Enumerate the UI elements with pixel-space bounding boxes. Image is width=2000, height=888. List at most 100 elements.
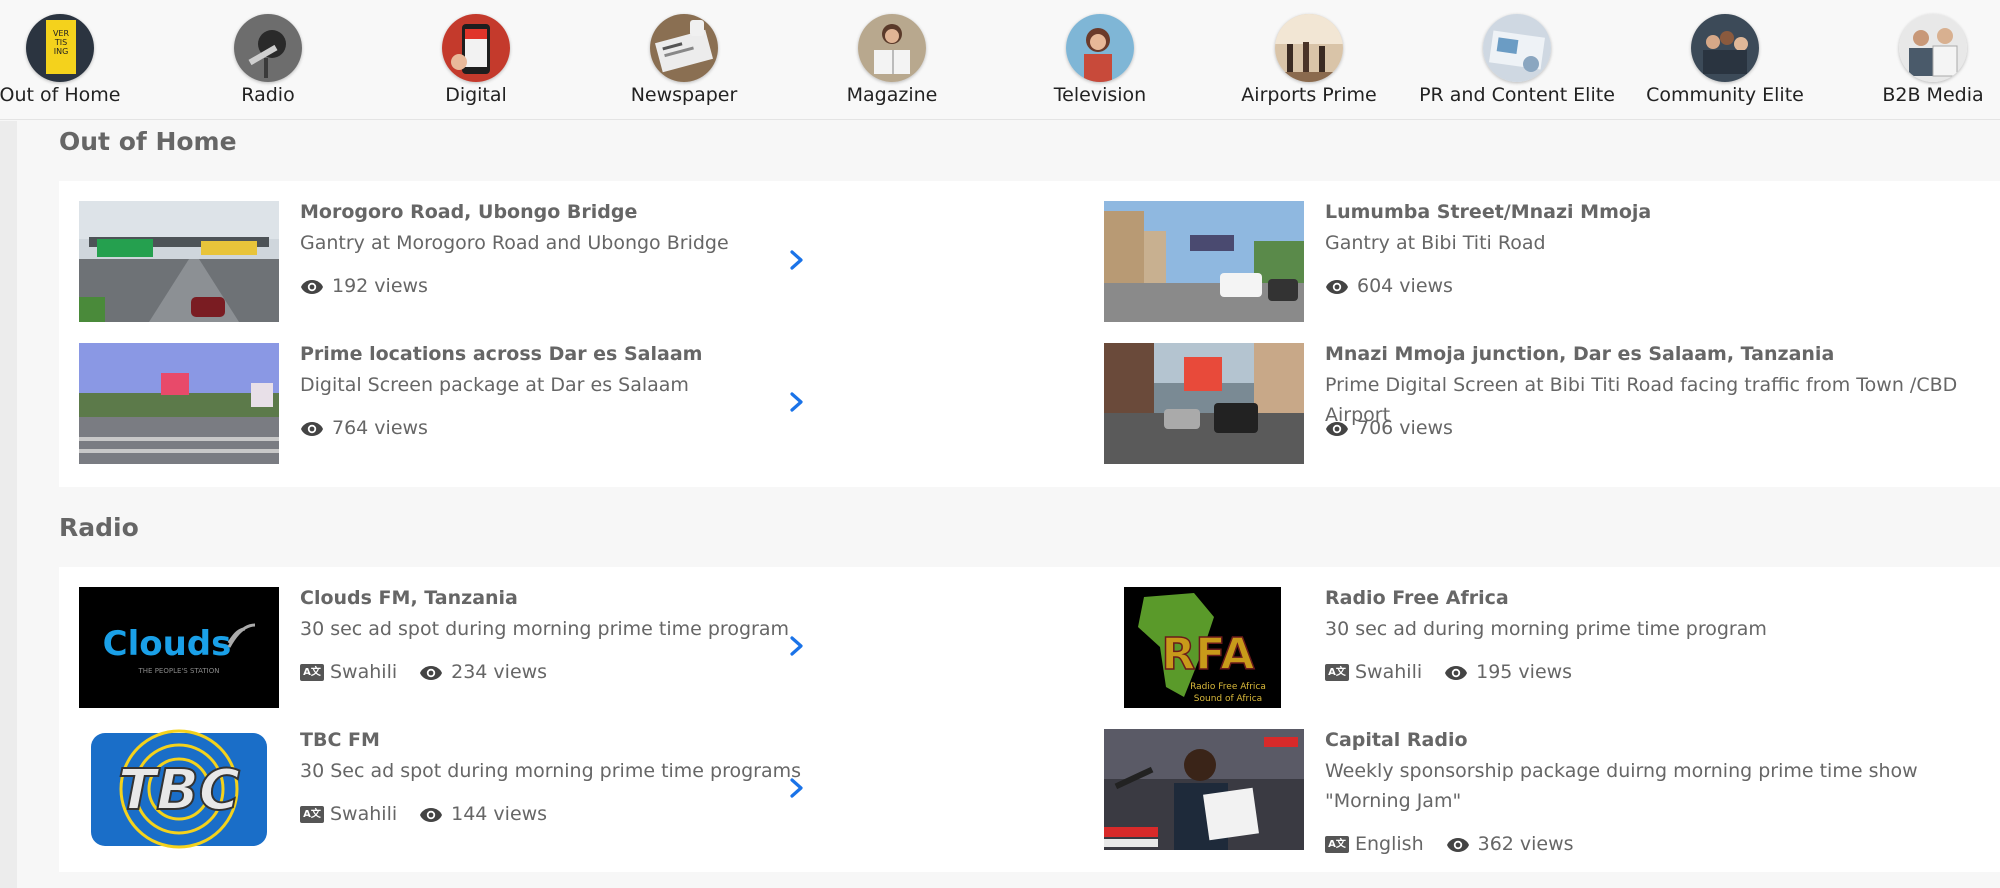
category-label: Airports Prime	[1241, 84, 1377, 106]
listing-description: Gantry at Morogoro Road and Ubongo Bridg…	[300, 232, 729, 254]
listing-card[interactable]: RFA Radio Free Africa Sound of Africa Radi…	[1104, 587, 2000, 712]
category-airports-prime[interactable]: Airports Prime	[1209, 0, 1409, 120]
b2b-media-thumbnail	[1899, 14, 1967, 82]
chevron-right-icon[interactable]	[785, 631, 809, 661]
listing-description: Gantry at Bibi Titi Road	[1325, 232, 1546, 254]
category-label: PR and Content Elite	[1419, 84, 1615, 106]
language-tag: A文 Swahili	[1325, 661, 1422, 683]
pr-content-elite-thumbnail	[1483, 14, 1551, 82]
category-b2b-media[interactable]: B2B Media	[1833, 0, 2000, 120]
category-label: Television	[1053, 84, 1147, 106]
listing-thumbnail	[79, 201, 279, 322]
magazine-thumbnail	[858, 14, 926, 82]
listing-card[interactable]: Mnazi Mmoja junction, Dar es Salaam, Tan…	[1104, 343, 2000, 468]
rfa-logo-tagline: Sound of Africa	[1194, 694, 1262, 704]
listing-card[interactable]: TBC TBC FM 30 Sec ad spot during morning…	[79, 729, 979, 854]
language-icon: A文	[300, 663, 324, 681]
listing-title: Prime locations across Dar es Salaam	[300, 343, 703, 365]
listing-thumbnail	[1104, 201, 1304, 322]
svg-text:VER: VER	[53, 29, 70, 38]
views-count: 604 views	[1357, 275, 1453, 297]
language-tag: A文 Swahili	[300, 803, 397, 825]
chevron-right-icon[interactable]	[785, 773, 809, 803]
listing-thumbnail	[1104, 343, 1304, 464]
listing-card[interactable]: Capital Radio Weekly sponsorship package…	[1104, 729, 2000, 855]
language-icon: A文	[1325, 663, 1349, 681]
category-label: Radio	[241, 84, 295, 106]
category-label: Newspaper	[630, 84, 738, 106]
views-count: 234 views	[451, 661, 548, 683]
category-newspaper[interactable]: Newspaper	[584, 0, 784, 120]
listing-description: 30 sec ad during morning prime time prog…	[1325, 618, 1767, 640]
views-count: 764 views	[332, 417, 428, 439]
radio-panel: Clouds THE PEOPLE'S STATION Clouds FM, Ta…	[59, 567, 2000, 872]
newspaper-thumbnail	[650, 14, 718, 82]
listing-meta: 604 views	[1325, 275, 1453, 297]
section-title-out-of-home: Out of Home	[59, 127, 237, 156]
category-pr-content-elite[interactable]: PR and Content Elite	[1417, 0, 1617, 120]
listing-thumbnail	[1104, 729, 1304, 850]
category-digital[interactable]: Digital	[376, 0, 576, 120]
listing-meta: 192 views	[300, 275, 428, 297]
out-of-home-panel: Morogoro Road, Ubongo Bridge Gantry at M…	[59, 181, 2000, 487]
category-label: Digital	[445, 84, 507, 106]
listing-meta: 706 views	[1325, 417, 1453, 439]
category-nav: VER TIS ING Out of Home Radio Digital News…	[0, 0, 2000, 120]
category-magazine[interactable]: Magazine	[792, 0, 992, 120]
eye-icon	[1444, 664, 1468, 680]
chevron-right-icon[interactable]	[785, 387, 809, 417]
eye-icon	[300, 278, 324, 294]
listing-meta: A文 English 362 views	[1325, 833, 1574, 855]
listing-thumbnail: RFA Radio Free Africa Sound of Africa	[1104, 587, 1304, 708]
rfa-logo-name: Radio Free Africa	[1190, 682, 1266, 692]
language-name: English	[1355, 833, 1424, 855]
language-name: Swahili	[330, 803, 398, 825]
listing-card[interactable]: Clouds THE PEOPLE'S STATION Clouds FM, Ta…	[79, 587, 979, 712]
clouds-logo-tagline: THE PEOPLE'S STATION	[138, 667, 220, 675]
listing-title: Lumumba Street/Mnazi Mmoja	[1325, 201, 1652, 223]
language-tag: A文 English	[1325, 833, 1424, 855]
television-thumbnail	[1066, 14, 1134, 82]
rfa-logo-text: RFA	[1162, 629, 1255, 680]
listing-card[interactable]: Morogoro Road, Ubongo Bridge Gantry at M…	[79, 201, 979, 326]
language-name: Swahili	[330, 661, 398, 683]
left-rail	[0, 121, 17, 888]
views-count: 706 views	[1357, 417, 1453, 439]
listing-meta: A文 Swahili 144 views	[300, 803, 547, 825]
category-label: B2B Media	[1882, 84, 1984, 106]
listing-title: Mnazi Mmoja junction, Dar es Salaam, Tan…	[1325, 343, 1835, 365]
listing-description: Digital Screen package at Dar es Salaam	[300, 374, 689, 396]
category-label: Community Elite	[1646, 84, 1804, 106]
listing-description: 30 sec ad spot during morning prime time…	[300, 618, 789, 640]
eye-icon	[300, 420, 324, 436]
listing-title: Clouds FM, Tanzania	[300, 587, 518, 609]
listing-card[interactable]: Prime locations across Dar es Salaam Dig…	[79, 343, 979, 468]
tbc-logo-text: TBC	[118, 758, 240, 823]
language-name: Swahili	[1355, 661, 1423, 683]
category-television[interactable]: Television	[1000, 0, 1200, 120]
section-title-radio: Radio	[59, 513, 139, 542]
eye-icon	[1325, 278, 1349, 294]
views-count: 144 views	[451, 803, 548, 825]
listing-card[interactable]: Lumumba Street/Mnazi Mmoja Gantry at Bib…	[1104, 201, 2000, 326]
category-community-elite[interactable]: Community Elite	[1625, 0, 1825, 120]
listing-thumbnail	[79, 343, 279, 464]
views-count: 192 views	[332, 275, 428, 297]
listing-meta: A文 Swahili 234 views	[300, 661, 547, 683]
listing-title: TBC FM	[300, 729, 380, 751]
views-count: 362 views	[1477, 833, 1574, 855]
eye-icon	[419, 806, 443, 822]
radio-thumbnail	[234, 14, 302, 82]
listing-meta: 764 views	[300, 417, 428, 439]
listing-description: 30 Sec ad spot during morning prime time…	[300, 760, 802, 782]
listing-title: Radio Free Africa	[1325, 587, 1509, 609]
category-out-of-home[interactable]: VER TIS ING Out of Home	[0, 0, 160, 120]
category-label: Magazine	[846, 84, 938, 106]
language-tag: A文 Swahili	[300, 661, 397, 683]
category-radio[interactable]: Radio	[168, 0, 368, 120]
digital-thumbnail	[442, 14, 510, 82]
listing-title: Capital Radio	[1325, 729, 1468, 751]
eye-icon	[419, 664, 443, 680]
listing-meta: A文 Swahili 195 views	[1325, 661, 1572, 683]
chevron-right-icon[interactable]	[785, 245, 809, 275]
